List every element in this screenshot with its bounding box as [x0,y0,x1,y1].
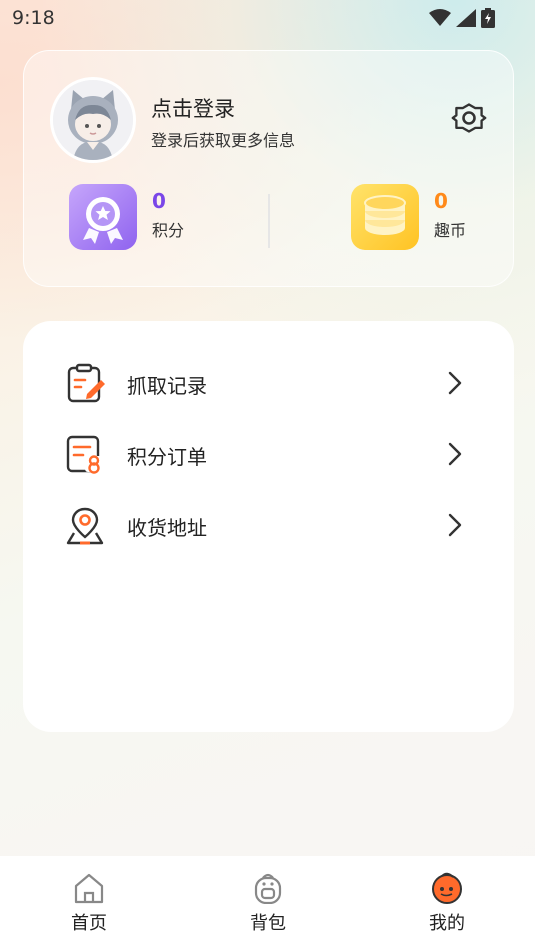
menu-item-shipping-address[interactable]: 收货地址 [23,495,514,555]
coins-value: 0 [434,189,448,213]
login-title[interactable]: 点击登录 [151,93,235,123]
menu-item-grab-records[interactable]: 抓取记录 [23,353,514,413]
medal-badge-icon[interactable] [69,184,137,250]
gear-icon[interactable] [450,99,488,137]
nav-label: 我的 [429,913,465,934]
menu-item-label: 积分订单 [127,445,207,469]
wifi-icon [429,9,451,31]
nav-item-mine[interactable]: 我的 [397,856,497,951]
menu-item-label: 抓取记录 [127,374,207,398]
nav-label: 首页 [71,913,107,934]
signal-icon [456,9,476,31]
status-bar: 9:18 [0,0,535,36]
battery-charging-icon [481,8,495,32]
profile-card: 点击登录 登录后获取更多信息 0 积分 0 趣币 [23,50,514,287]
backpack-icon [252,872,284,905]
bottom-nav: 首页 背包 我的 [0,856,535,951]
clipboard-record-icon [65,363,105,403]
profile-face-icon [431,872,463,904]
points-value: 0 [152,189,166,213]
status-icons [429,8,495,32]
default-avatar-icon[interactable] [50,77,136,163]
menu-card: 抓取记录 积分订单 收货地址 [23,321,514,732]
nav-label: 背包 [250,913,286,934]
chevron-right-icon [445,513,465,537]
login-subtitle: 登录后获取更多信息 [151,131,296,150]
chevron-right-icon [445,442,465,466]
status-time: 9:18 [12,7,55,29]
nav-item-home[interactable]: 首页 [39,856,139,951]
nav-item-backpack[interactable]: 背包 [218,856,318,951]
chevron-right-icon [445,371,465,395]
home-icon [73,872,105,904]
location-pin-icon [65,505,105,545]
coin-stack-icon[interactable] [351,184,419,250]
coins-label: 趣币 [434,221,467,240]
points-order-icon [65,434,105,474]
menu-item-label: 收货地址 [127,516,207,540]
menu-item-points-orders[interactable]: 积分订单 [23,424,514,484]
points-label: 积分 [152,221,185,240]
stats-divider [268,194,270,248]
